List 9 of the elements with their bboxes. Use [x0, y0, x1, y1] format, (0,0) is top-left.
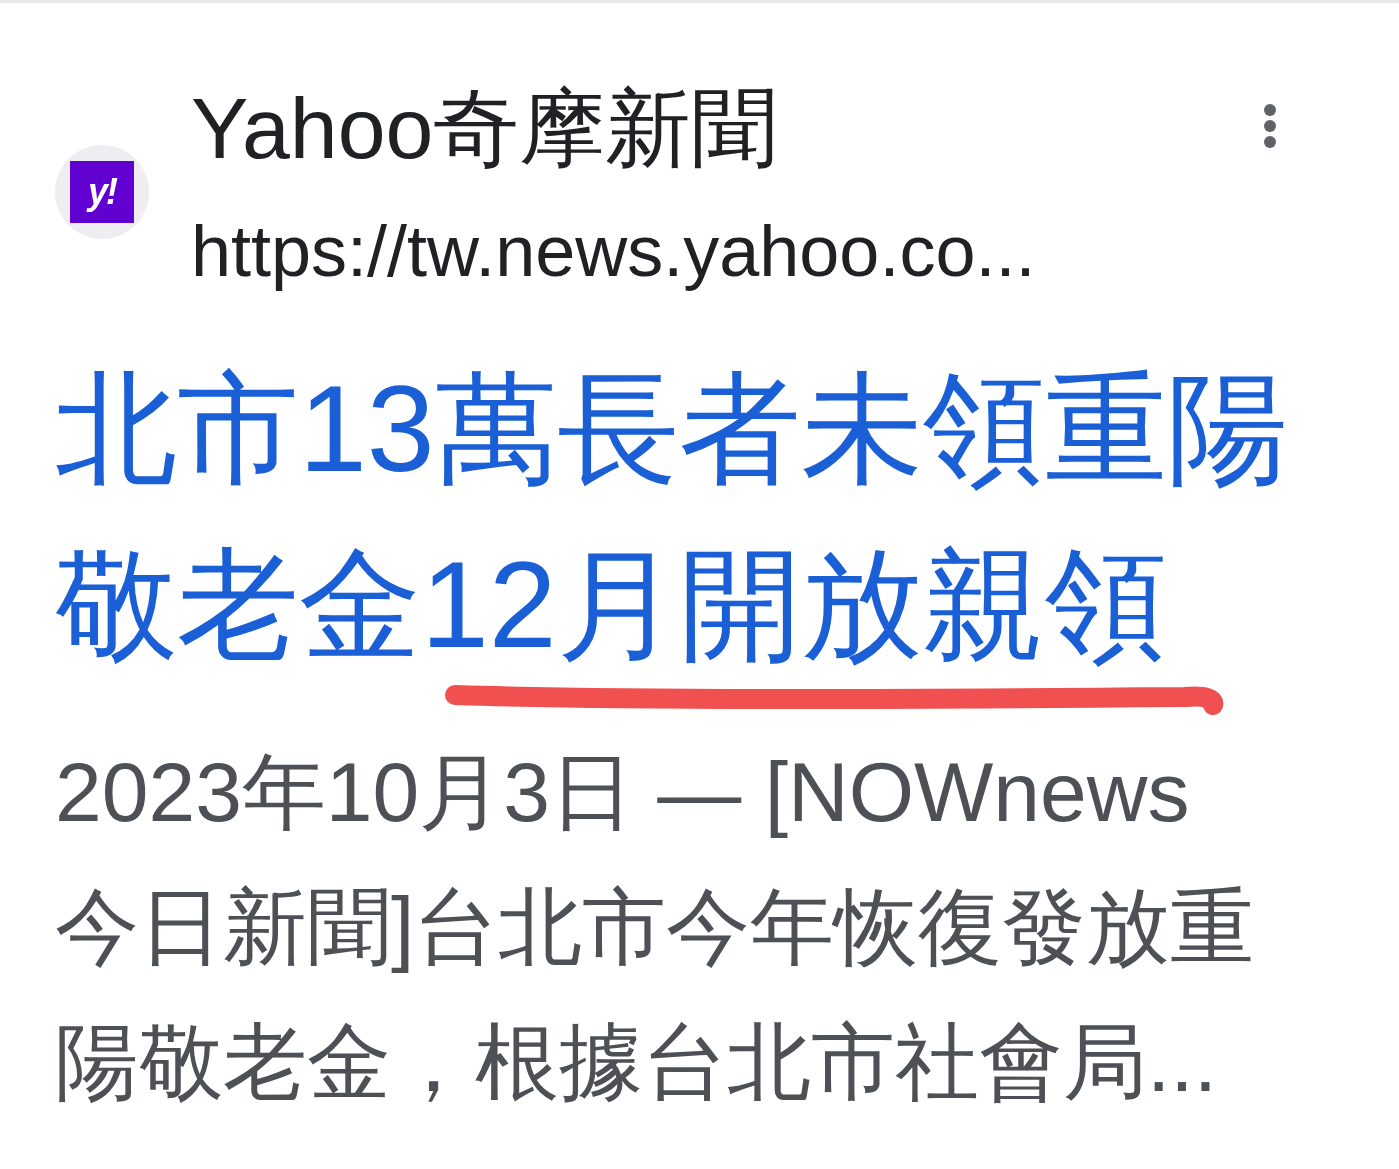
snippet-text: 2023年10月3日 — [NOWnews: [55, 744, 1190, 841]
logo-icon: y!: [70, 161, 134, 223]
result-title-link[interactable]: 敬老金12月開放親領: [55, 517, 1167, 693]
more-options-icon[interactable]: [1263, 103, 1277, 149]
result-title-link[interactable]: 北市13萬長者未領重陽: [55, 341, 1289, 517]
url-text[interactable]: https://tw.news.yahoo.co...: [191, 201, 1221, 301]
site-name[interactable]: Yahoo奇摩新聞: [191, 73, 1221, 183]
snippet-text: 今日新聞]台北市今年恢復發放重: [55, 879, 1255, 976]
snippet-text: 陽敬老金，根據台北市社會局...: [55, 1014, 1217, 1111]
